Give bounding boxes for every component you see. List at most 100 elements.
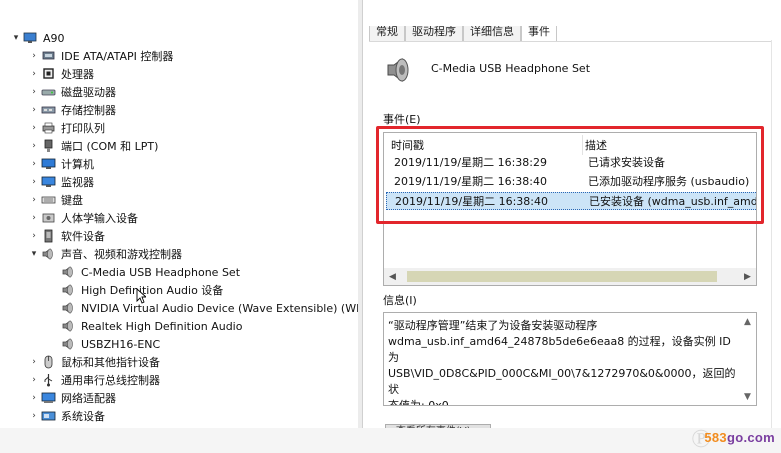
ide-controller-icon xyxy=(40,49,56,63)
collapse-arrow-icon[interactable]: ▾ xyxy=(10,29,22,47)
expand-arrow-icon[interactable]: › xyxy=(28,47,40,65)
event-time: 2019/11/19/星期二 16:38:29 xyxy=(394,156,548,169)
tree-category-item[interactable]: › 网络适配器 xyxy=(28,389,116,407)
tree-category-item[interactable]: › IDE ATA/ATAPI 控制器 xyxy=(28,47,173,65)
tree-category-item[interactable]: › 存储控制器 xyxy=(28,101,116,119)
tree-category-item[interactable]: › 打印队列 xyxy=(28,119,105,137)
software-device-icon xyxy=(40,229,56,243)
tree-root-label: A90 xyxy=(43,31,65,45)
expand-arrow-icon[interactable]: › xyxy=(28,155,40,173)
printer-icon xyxy=(40,121,56,135)
events-horizontal-scrollbar[interactable]: ◀ ▶ xyxy=(384,268,756,285)
tree-category-item[interactable]: › 处理器 xyxy=(28,65,94,83)
tree-category-item[interactable]: ▾ 声音、视频和游戏控制器 xyxy=(28,245,182,263)
scroll-down-icon[interactable]: ▼ xyxy=(739,388,756,405)
usb-icon xyxy=(40,373,56,387)
tree-category-item[interactable]: › 键盘 xyxy=(28,191,83,209)
scroll-up-icon[interactable]: ▲ xyxy=(739,313,756,330)
collapse-arrow-icon[interactable]: ▾ xyxy=(28,245,40,263)
tree-item-label: 声音、视频和游戏控制器 xyxy=(61,248,182,261)
tree-category-item[interactable]: › 通用串行总线控制器 xyxy=(28,371,160,389)
tree-root[interactable]: ▾ A90 xyxy=(10,29,65,47)
expand-arrow-icon[interactable]: › xyxy=(28,389,40,407)
tree-item-label: Realtek High Definition Audio xyxy=(81,319,243,333)
tab-strip: 常规 驱动程序 详细信息 事件 xyxy=(369,26,557,42)
expand-arrow-icon[interactable]: › xyxy=(28,227,40,245)
tab-panel-border xyxy=(369,41,771,42)
event-row[interactable]: 2019/11/19/星期二 16:38:29 已请求安装设备 xyxy=(386,154,756,172)
tree-category-item[interactable]: › 系统设备 xyxy=(28,407,105,425)
speaker-icon xyxy=(387,58,409,82)
bottom-strip xyxy=(0,428,781,453)
device-properties-dialog: 常规 驱动程序 详细信息 事件 C-Media USB Headphone Se… xyxy=(362,0,781,438)
tree-category-item[interactable]: › 磁盘驱动器 xyxy=(28,83,116,101)
expand-arrow-icon[interactable]: › xyxy=(28,83,40,101)
watermark-suffix: go.com xyxy=(726,430,775,445)
tree-item-label: 端口 (COM 和 LPT) xyxy=(61,140,159,153)
info-vertical-scrollbar[interactable]: ▲ ▼ xyxy=(739,313,756,405)
processor-icon xyxy=(40,67,56,81)
expand-arrow-icon[interactable]: › xyxy=(28,209,40,227)
tree-item-label: 人体学输入设备 xyxy=(61,212,138,225)
tree-category-item[interactable]: › 计算机 xyxy=(28,155,94,173)
disk-drive-icon xyxy=(40,85,56,99)
device-tree[interactable]: ▾ A90 › IDE ATA/ATAPI 控制器 › 处理器 › 磁盘驱动器 › 存储控制器… xyxy=(0,0,362,428)
expand-arrow-icon[interactable]: › xyxy=(28,173,40,191)
expand-arrow-icon[interactable]: › xyxy=(28,371,40,389)
device-name: C-Media USB Headphone Set xyxy=(431,62,591,75)
watermark-prefix: 583 xyxy=(704,430,727,445)
events-list[interactable]: 时间戳 描述 2019/11/19/星期二 16:38:29 已请求安装设备 201… xyxy=(383,132,757,286)
event-row[interactable]: 2019/11/19/星期二 16:38:40 已添加驱动程序服务 (usbaud… xyxy=(386,173,756,191)
tree-device-item[interactable]: C-Media USB Headphone Set xyxy=(48,263,240,281)
column-separator[interactable] xyxy=(582,135,583,155)
storage-controller-icon xyxy=(40,103,56,117)
watermark-logo: 583go.com xyxy=(704,430,775,445)
event-row[interactable]: 2019/11/19/星期二 16:38:40 已安装设备 (wdma_usb.i… xyxy=(386,192,756,210)
info-textbox[interactable]: “驱动程序管理”结束了为设备安装驱动程序 wdma_usb.inf_amd64_… xyxy=(383,312,757,406)
tree-category-item[interactable]: › 鼠标和其他指针设备 xyxy=(28,353,160,371)
events-label: 事件(E) xyxy=(383,113,421,126)
tree-device-item[interactable]: Realtek High Definition Audio xyxy=(48,317,242,335)
speaker-icon xyxy=(60,283,76,297)
tab-general[interactable]: 常规 xyxy=(369,26,405,42)
tree-device-item[interactable]: USBZH16-ENC xyxy=(48,335,160,353)
expand-arrow-icon[interactable]: › xyxy=(28,65,40,83)
speaker-icon xyxy=(40,247,56,261)
hid-icon xyxy=(40,211,56,225)
tab-events[interactable]: 事件 xyxy=(521,26,557,42)
scroll-thumb[interactable] xyxy=(407,271,717,282)
tab-details[interactable]: 详细信息 xyxy=(463,26,521,42)
tab-driver[interactable]: 驱动程序 xyxy=(405,26,463,42)
expand-arrow-icon[interactable]: › xyxy=(28,407,40,425)
tree-device-item[interactable]: NVIDIA Virtual Audio Device (Wave Extens… xyxy=(48,299,362,317)
tree-category-item[interactable]: › 监视器 xyxy=(28,173,94,191)
tree-item-label: IDE ATA/ATAPI 控制器 xyxy=(61,50,174,63)
event-time: 2019/11/19/星期二 16:38:40 xyxy=(394,175,548,188)
column-header-time[interactable]: 时间戳 xyxy=(391,137,424,155)
column-header-desc[interactable]: 描述 xyxy=(585,137,607,155)
scroll-track[interactable] xyxy=(401,268,739,285)
tree-category-item[interactable]: › 软件设备 xyxy=(28,227,105,245)
computer-monitor-icon xyxy=(40,157,56,171)
tree-category-item[interactable]: › 人体学输入设备 xyxy=(28,209,138,227)
expand-arrow-icon[interactable]: › xyxy=(28,119,40,137)
scroll-left-icon[interactable]: ◀ xyxy=(384,268,401,285)
scroll-right-icon[interactable]: ▶ xyxy=(739,268,756,285)
window-edge xyxy=(771,40,772,428)
event-time: 2019/11/19/星期二 16:38:40 xyxy=(395,195,549,208)
tree-category-item[interactable]: › 端口 (COM 和 LPT) xyxy=(28,137,158,155)
expand-arrow-icon[interactable]: › xyxy=(28,137,40,155)
tree-item-label: NVIDIA Virtual Audio Device (Wave Extens… xyxy=(81,301,362,315)
expand-arrow-icon[interactable]: › xyxy=(28,353,40,371)
expand-arrow-icon[interactable]: › xyxy=(28,191,40,209)
tree-item-label: 打印队列 xyxy=(61,122,105,135)
port-icon xyxy=(40,139,56,153)
expand-arrow-icon[interactable]: › xyxy=(28,101,40,119)
speaker-icon xyxy=(60,265,76,279)
info-label: 信息(I) xyxy=(383,294,417,307)
tree-item-label: 软件设备 xyxy=(61,230,105,243)
